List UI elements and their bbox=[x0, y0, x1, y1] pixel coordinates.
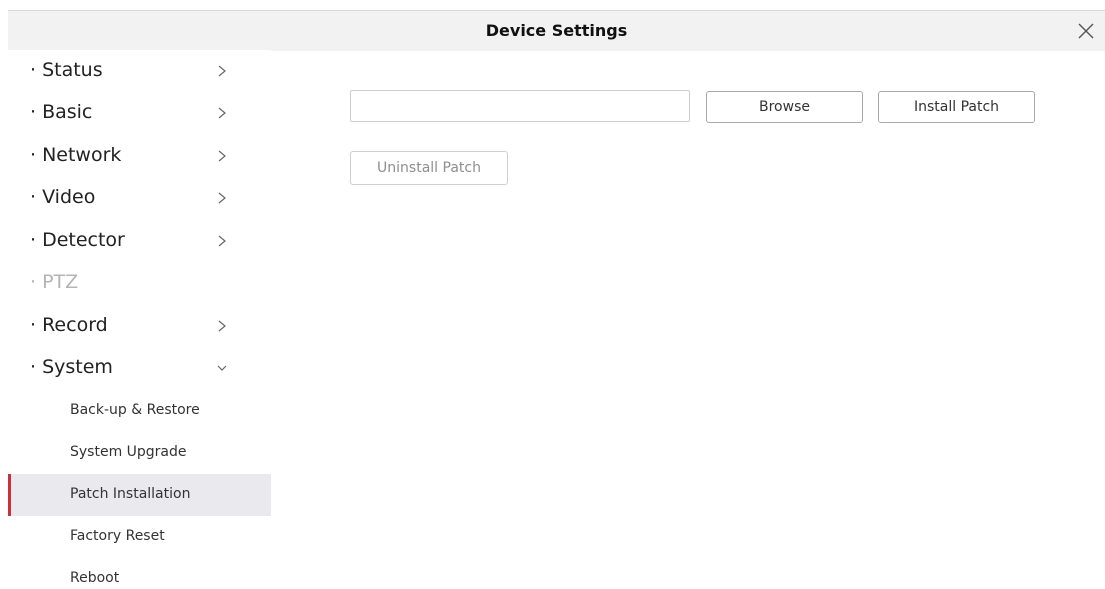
settings-sidebar: · Status · Basic · Network · Video · Det… bbox=[8, 50, 271, 589]
sidebar-item-label: · Video bbox=[30, 186, 96, 208]
sidebar-item-detector[interactable]: · Detector bbox=[8, 220, 271, 262]
sidebar-item-label: · PTZ bbox=[30, 271, 79, 293]
sidebar-subitem-label: System Upgrade bbox=[70, 444, 187, 460]
patch-installation-panel: Browse Install Patch Uninstall Patch bbox=[271, 50, 1105, 589]
sidebar-item-label: · Network bbox=[30, 144, 122, 166]
sidebar-subitem-factory-reset[interactable]: Factory Reset bbox=[8, 516, 271, 558]
sidebar-item-ptz: · PTZ bbox=[8, 262, 271, 304]
sidebar-subitem-label: Back-up & Restore bbox=[70, 402, 200, 418]
patch-file-path-input[interactable] bbox=[350, 90, 690, 122]
browse-button[interactable]: Browse bbox=[706, 91, 863, 123]
active-indicator bbox=[8, 474, 11, 516]
sidebar-subitem-label: Reboot bbox=[70, 570, 120, 586]
sidebar-subitem-patch-installation[interactable]: Patch Installation bbox=[8, 474, 271, 516]
chevron-right-icon bbox=[218, 107, 226, 119]
sidebar-subitem-backup-restore[interactable]: Back-up & Restore bbox=[8, 390, 271, 432]
title-bar: Device Settings bbox=[8, 10, 1105, 51]
sidebar-item-status[interactable]: · Status bbox=[8, 50, 271, 92]
sidebar-subitem-label: Factory Reset bbox=[70, 528, 165, 544]
sidebar-item-system[interactable]: · System bbox=[8, 347, 271, 389]
sidebar-item-network[interactable]: · Network bbox=[8, 135, 271, 177]
close-button[interactable] bbox=[1075, 20, 1097, 42]
chevron-right-icon bbox=[218, 235, 226, 247]
chevron-right-icon bbox=[218, 320, 226, 332]
device-settings-window: Device Settings · Status · Basic · Netwo… bbox=[0, 0, 1105, 589]
sidebar-subitem-reboot[interactable]: Reboot bbox=[8, 558, 271, 589]
sidebar-item-record[interactable]: · Record bbox=[8, 305, 271, 347]
window-title: Device Settings bbox=[485, 21, 628, 40]
sidebar-item-label: · Record bbox=[30, 314, 108, 336]
sidebar-item-label: · Detector bbox=[30, 229, 125, 251]
chevron-right-icon bbox=[218, 65, 226, 77]
sidebar-item-label: · System bbox=[30, 356, 113, 378]
sidebar-item-label: · Basic bbox=[30, 101, 93, 123]
sidebar-item-video[interactable]: · Video bbox=[8, 177, 271, 219]
sidebar-subitem-system-upgrade[interactable]: System Upgrade bbox=[8, 432, 271, 474]
install-patch-button[interactable]: Install Patch bbox=[878, 91, 1035, 123]
chevron-down-icon bbox=[217, 365, 227, 371]
sidebar-item-basic[interactable]: · Basic bbox=[8, 92, 271, 134]
close-icon bbox=[1078, 23, 1094, 39]
chevron-right-icon bbox=[218, 192, 226, 204]
chevron-right-icon bbox=[218, 150, 226, 162]
sidebar-subitem-label: Patch Installation bbox=[70, 486, 191, 502]
uninstall-patch-button[interactable]: Uninstall Patch bbox=[350, 151, 508, 185]
sidebar-item-label: · Status bbox=[30, 59, 103, 81]
